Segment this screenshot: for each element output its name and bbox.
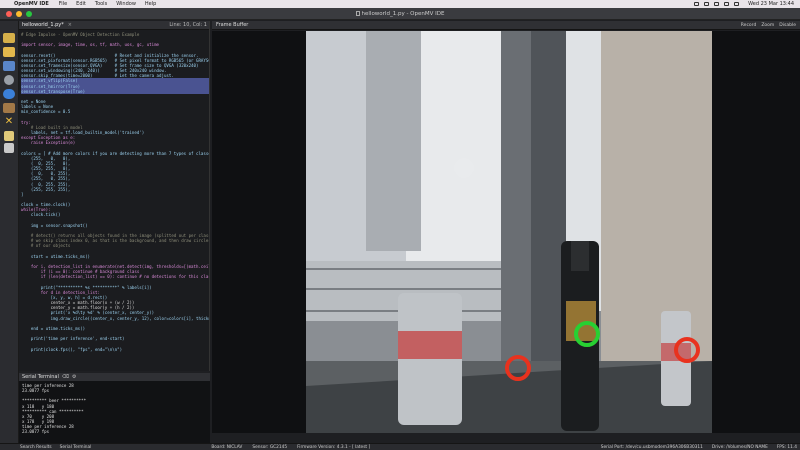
camera-frame [306,31,712,433]
left-toolbar: ✕ ⚒ [0,21,19,450]
open-file-icon[interactable] [3,47,15,57]
concrete-pillar [366,31,421,251]
zoom-toggle[interactable]: Zoom [761,23,774,28]
record-button[interactable]: Record [741,23,757,28]
app-menu[interactable]: OpenMV IDE [14,1,49,7]
menu-bar-clock[interactable]: Wed 23 Mar 13:44 [748,1,794,7]
fps-readout: FPS: 11.4 [776,444,797,450]
code-line[interactable]: colors = [ # Add more colors if you are … [21,151,210,156]
frame-buffer-header: Frame Buffer Record Zoom Disable [212,21,800,30]
serial-terminal-output[interactable]: time per inference 28 23.0877 fps *******… [19,381,210,437]
run-script-icon[interactable] [3,89,15,99]
board-status: Board: NICLAV [211,444,243,450]
device-info: Board: NICLAV Sensor: GC2145 Firmware Ve… [211,445,370,450]
code-editor-pane: helloworld_1.py* × Line: 10, Col: 1 # Ed… [19,21,210,371]
serial-terminal-tab[interactable]: Serial Terminal [60,445,92,450]
editor-tab-bar: helloworld_1.py* × Line: 10, Col: 1 [19,21,210,30]
new-file-icon[interactable] [3,33,15,43]
frame-buffer-area [212,31,800,433]
connection-info: Serial Port: /dev/cu.usbmodem396A306B303… [601,445,800,450]
beer-bottle-neck [571,241,589,271]
serial-terminal-pane: Serial Terminal ⌫ ⚙ time per inference 2… [19,373,210,443]
beer-bottle-label [566,301,596,341]
window-title-text: helloworld_1.py - OpenMV IDE [361,10,445,17]
terminal-settings-icon[interactable]: ⚙ [72,374,76,380]
control-center-icon[interactable] [734,2,740,6]
wall-lamp [454,158,474,178]
disable-toggle[interactable]: Disable [779,23,796,28]
menu-file[interactable]: File [59,1,67,7]
menu-window[interactable]: Window [116,1,136,7]
serial-port-status: Serial Port: /dev/cu.usbmodem396A306B303… [600,444,703,450]
menu-bar-status-items: Wed 23 Mar 13:44 [694,1,794,7]
window-title-bar: helloworld_1.py - OpenMV IDE [0,8,800,20]
menu-help[interactable]: Help [145,1,156,7]
battery-icon[interactable] [704,2,710,6]
tools-x-icon[interactable]: ✕ [3,117,15,127]
serial-terminal-title: Serial Terminal [22,374,59,380]
stop-script-icon[interactable] [3,103,15,113]
examples-icon[interactable] [4,131,14,141]
mac-menu-bar: OpenMV IDE File Edit Tools Window Help W… [0,0,800,8]
serial-terminal-header: Serial Terminal ⌫ ⚙ [19,373,210,381]
firmware-status[interactable]: Firmware Version: 4.3.1 - [ latest ] [297,445,370,450]
documentation-icon[interactable] [4,143,14,153]
save-file-icon[interactable] [3,61,15,71]
code-text-area[interactable]: # Edge Impulse - OpenMV Object Detection… [19,30,210,370]
drive-status: Drive: /Volumes/NO NAME [711,444,768,450]
connect-icon[interactable] [4,75,14,85]
display-icon[interactable] [694,2,700,6]
cola-can-left-label [398,331,462,359]
editor-scrollbar[interactable] [209,21,210,371]
wifi-icon[interactable] [714,2,720,6]
document-icon [355,10,360,16]
window-frame-mid [501,31,531,371]
status-bar: Search Results Serial Terminal Board: NI… [0,443,800,450]
search-results-tab[interactable]: Search Results [20,445,52,450]
frame-buffer-options: Record Zoom Disable [741,23,796,28]
code-line[interactable]: img.draw_circle((center_x, center_y, 12)… [21,316,210,321]
editor-tab[interactable]: helloworld_1.py* [22,22,64,28]
cursor-position: Line: 10, Col: 1 [169,22,207,28]
window-title: helloworld_1.py - OpenMV IDE [0,10,800,17]
frame-buffer-title: Frame Buffer [216,22,249,28]
code-line[interactable]: if (len(detection_list) == 0): continue … [21,274,210,279]
code-line[interactable]: print(clock.fps(), "fps", end="\n\n") [21,347,210,352]
terminal-clear-icon[interactable]: ⌫ [62,374,69,380]
menu-tools[interactable]: Tools [95,1,107,7]
bottom-tabs: Search Results Serial Terminal [0,445,91,450]
terminal-line: 23.0877 fps [22,429,50,435]
sensor-status: Sensor: GC2145 [252,444,288,450]
close-tab-icon[interactable]: × [68,22,72,28]
menu-edit[interactable]: Edit [76,1,86,7]
search-icon[interactable] [724,2,730,6]
